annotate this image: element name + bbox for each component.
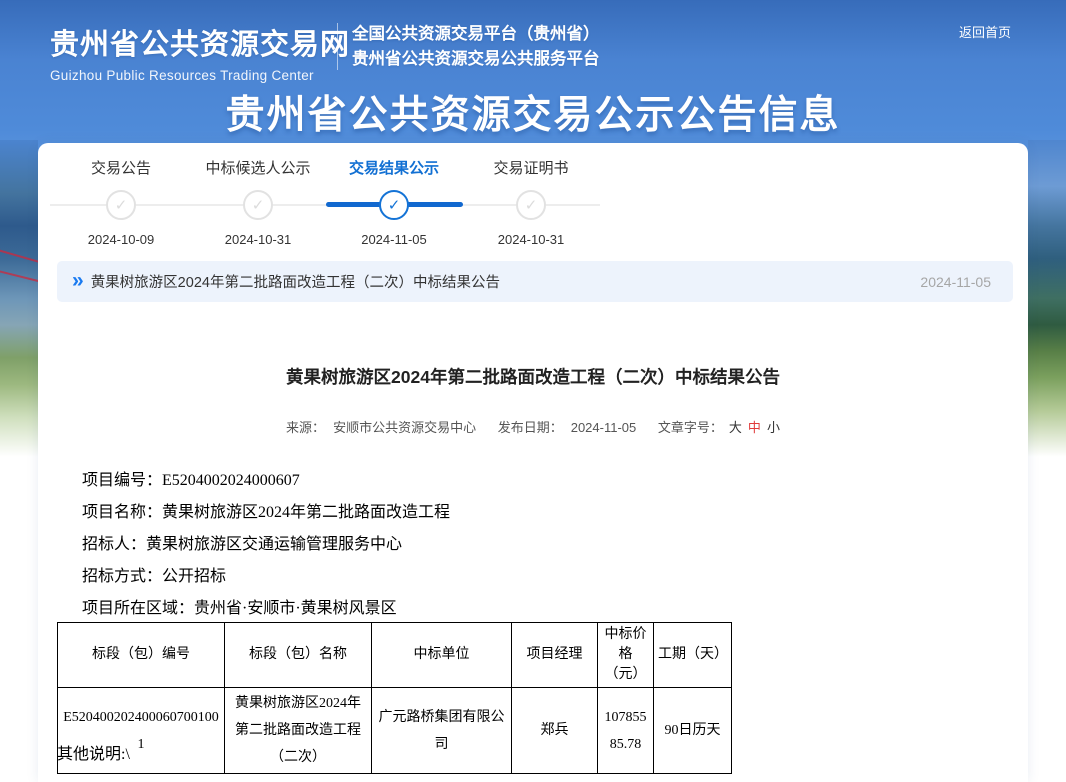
cell-project-manager: 郑兵 [512, 688, 598, 774]
source-value: 安顺市公共资源交易中心 [333, 420, 476, 435]
font-size-large-button[interactable]: 大 [729, 420, 742, 435]
check-icon: ✓ [388, 198, 401, 213]
header-divider [337, 23, 338, 70]
content-card: 交易公告 ✓ 2024-10-09 中标候选人公示 ✓ 2024-10-31 交… [38, 143, 1028, 782]
step-check-circle: ✓ [379, 190, 409, 220]
font-size-label: 文章字号： [658, 420, 723, 435]
header-duration: 工期（天） [654, 623, 732, 688]
header-project-manager: 项目经理 [512, 623, 598, 688]
step-label[interactable]: 交易结果公示 [324, 159, 464, 179]
publish-date-label: 发布日期： [498, 420, 563, 435]
step-date: 2024-10-31 [461, 232, 601, 247]
site-title-english: Guizhou Public Resources Trading Center [50, 68, 350, 83]
return-home-link[interactable]: 返回首页 [959, 22, 1011, 41]
notice-row[interactable]: » 黄果树旅游区2024年第二批路面改造工程（二次）中标结果公告 2024-11… [57, 261, 1013, 302]
header-section-name: 标段（包）名称 [225, 623, 372, 688]
step-candidate-publicity[interactable]: 中标候选人公示 ✓ 2024-10-31 [188, 151, 328, 247]
font-size-small-button[interactable]: 小 [767, 420, 780, 435]
table-data-row: E5204002024000607001001 黄果树旅游区2024年第二批路面… [58, 688, 732, 774]
platform-line-1: 全国公共资源交易平台（贵州省） [352, 22, 600, 47]
cell-section-name: 黄果树旅游区2024年第二批路面改造工程（二次） [225, 688, 372, 774]
cell-winning-bidder: 广元路桥集团有限公司 [372, 688, 512, 774]
other-note: 其他说明:\ [57, 740, 130, 764]
cell-duration: 90日历天 [654, 688, 732, 774]
table-header-row: 标段（包）编号 标段（包）名称 中标单位 项目经理 中标价格（元） 工期（天） [58, 623, 732, 688]
step-label[interactable]: 中标候选人公示 [188, 159, 328, 179]
font-size-medium-button[interactable]: 中 [748, 420, 761, 435]
check-icon: ✓ [525, 198, 538, 213]
platform-names: 全国公共资源交易平台（贵州省） 贵州省公共资源交易公共服务平台 [352, 22, 600, 72]
article-meta: 来源： 安顺市公共资源交易中心 发布日期： 2024-11-05 文章字号： 大中小 [38, 417, 1028, 436]
progress-steps: 交易公告 ✓ 2024-10-09 中标候选人公示 ✓ 2024-10-31 交… [38, 151, 658, 261]
check-icon: ✓ [252, 198, 265, 213]
notice-date: 2024-11-05 [920, 274, 991, 290]
site-logo[interactable]: 贵州省公共资源交易网 Guizhou Public Resources Trad… [50, 21, 350, 83]
field-tender-method: 招标方式：公开招标 [82, 561, 450, 593]
step-trade-result[interactable]: 交易结果公示 ✓ 2024-11-05 [324, 151, 464, 247]
left-photo-strip [0, 140, 38, 470]
right-photo-strip [1028, 140, 1066, 470]
step-label[interactable]: 交易证明书 [461, 159, 601, 179]
step-check-circle: ✓ [106, 190, 136, 220]
header-bid-price: 中标价格（元） [598, 623, 654, 688]
step-trade-announcement[interactable]: 交易公告 ✓ 2024-10-09 [51, 151, 191, 247]
platform-line-2: 贵州省公共资源交易公共服务平台 [352, 47, 600, 72]
project-fields: 项目编号：E5204002024000607 项目名称：黄果树旅游区2024年第… [82, 465, 450, 625]
page-title: 贵州省公共资源交易公示公告信息 [0, 84, 1066, 140]
check-icon: ✓ [115, 198, 128, 213]
double-chevron-icon: » [72, 269, 81, 293]
header-section-number: 标段（包）编号 [58, 623, 225, 688]
publish-date-value: 2024-11-05 [571, 420, 637, 435]
step-trade-certificate[interactable]: 交易证明书 ✓ 2024-10-31 [461, 151, 601, 247]
source-label: 来源： [286, 420, 325, 435]
step-date: 2024-11-05 [324, 232, 464, 247]
site-header: 贵州省公共资源交易网 Guizhou Public Resources Trad… [0, 0, 1066, 143]
step-check-circle: ✓ [516, 190, 546, 220]
header-winning-bidder: 中标单位 [372, 623, 512, 688]
bid-result-table: 标段（包）编号 标段（包）名称 中标单位 项目经理 中标价格（元） 工期（天） … [57, 622, 732, 774]
field-project-region: 项目所在区域：贵州省·安顺市·黄果树风景区 [82, 593, 450, 625]
field-tenderee: 招标人：黄果树旅游区交通运输管理服务中心 [82, 529, 450, 561]
cell-bid-price: 10785585.78 [598, 688, 654, 774]
site-title: 贵州省公共资源交易网 [50, 21, 350, 63]
step-date: 2024-10-09 [51, 232, 191, 247]
article-title: 黄果树旅游区2024年第二批路面改造工程（二次）中标结果公告 [38, 364, 1028, 389]
field-project-name: 项目名称：黄果树旅游区2024年第二批路面改造工程 [82, 497, 450, 529]
step-check-circle: ✓ [243, 190, 273, 220]
step-label[interactable]: 交易公告 [51, 159, 191, 179]
field-project-number: 项目编号：E5204002024000607 [82, 465, 450, 497]
step-date: 2024-10-31 [188, 232, 328, 247]
notice-title[interactable]: 黄果树旅游区2024年第二批路面改造工程（二次）中标结果公告 [91, 271, 921, 292]
